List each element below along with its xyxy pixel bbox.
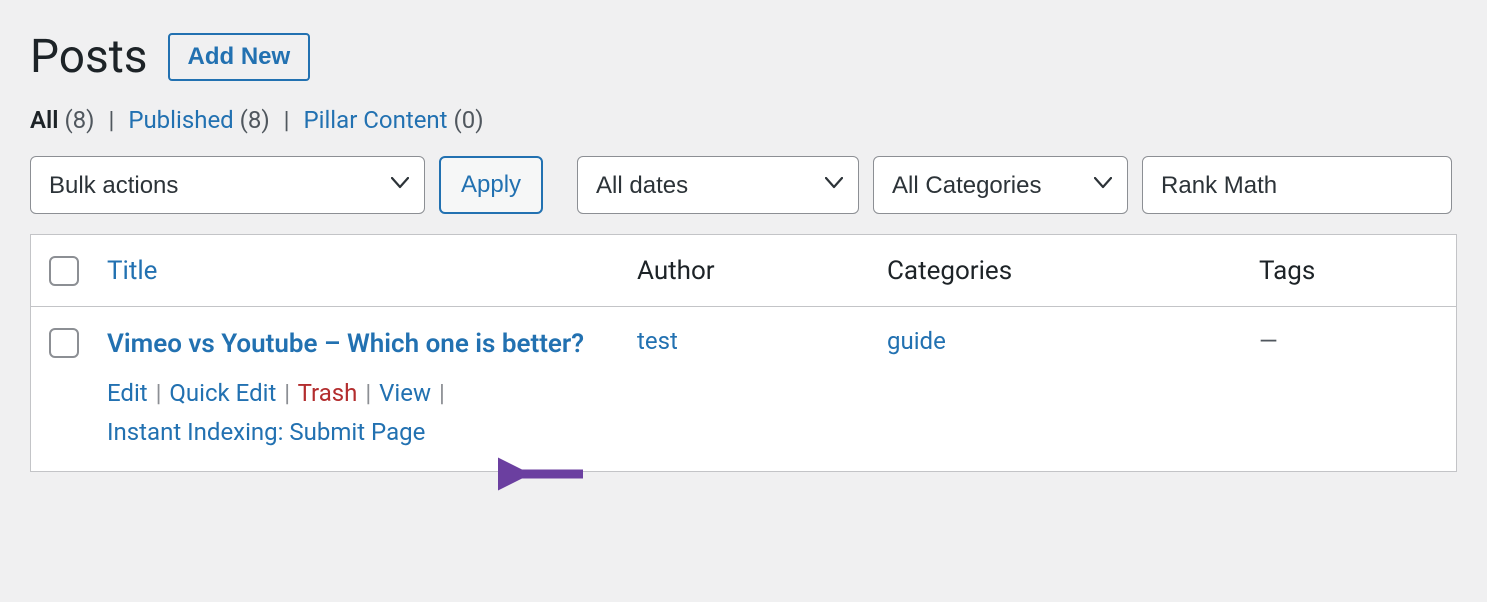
quick-edit-link[interactable]: Quick Edit [169, 379, 276, 407]
instant-indexing-link[interactable]: Instant Indexing: Submit Page [107, 418, 425, 446]
edit-link[interactable]: Edit [107, 379, 148, 407]
filter-pillar-count: (0) [453, 106, 483, 134]
bulk-actions-select[interactable]: Bulk actions [30, 156, 425, 214]
category-filter-select[interactable]: All Categories [873, 156, 1128, 214]
filter-all[interactable]: All (8) [30, 106, 101, 134]
select-all-checkbox[interactable] [49, 256, 79, 286]
table-nav: Bulk actions Apply All dates All Categor… [30, 156, 1457, 214]
table-row: Vimeo vs Youtube – Which one is better? … [31, 307, 1457, 472]
category-link[interactable]: guide [887, 327, 946, 355]
separator: | [439, 379, 445, 407]
view-link[interactable]: View [379, 379, 431, 407]
filter-published-count: (8) [240, 106, 270, 134]
column-header-title[interactable]: Title [91, 235, 621, 307]
filter-all-count: (8) [64, 106, 94, 134]
add-new-button[interactable]: Add New [168, 33, 311, 81]
row-checkbox[interactable] [49, 328, 79, 358]
status-filter-links: All (8) | Published (8) | Pillar Content… [30, 106, 1457, 134]
trash-link[interactable]: Trash [298, 379, 358, 407]
separator: | [284, 379, 290, 407]
author-link[interactable]: test [637, 327, 678, 355]
filter-pillar-label: Pillar Content [303, 106, 447, 134]
filter-all-label: All [30, 106, 59, 134]
posts-table: Title Author Categories Tags Vimeo vs Yo… [30, 234, 1457, 472]
page-title: Posts [30, 30, 148, 84]
rank-math-filter-select[interactable]: Rank Math [1142, 156, 1452, 214]
column-header-tags: Tags [1243, 235, 1457, 307]
separator: | [284, 106, 290, 134]
post-title-link[interactable]: Vimeo vs Youtube – Which one is better? [107, 327, 605, 362]
filter-published-label: Published [128, 106, 233, 134]
separator: | [109, 106, 115, 134]
filter-pillar-content[interactable]: Pillar Content (0) [303, 106, 483, 134]
column-header-categories: Categories [871, 235, 1243, 307]
separator: | [365, 379, 371, 407]
tags-empty: — [1259, 327, 1278, 355]
row-actions: Edit | Quick Edit | Trash | View | Insta… [107, 374, 605, 451]
filter-published[interactable]: Published (8) [128, 106, 275, 134]
separator: | [156, 379, 162, 407]
apply-button[interactable]: Apply [439, 156, 543, 214]
date-filter-select[interactable]: All dates [577, 156, 859, 214]
column-header-author: Author [621, 235, 871, 307]
